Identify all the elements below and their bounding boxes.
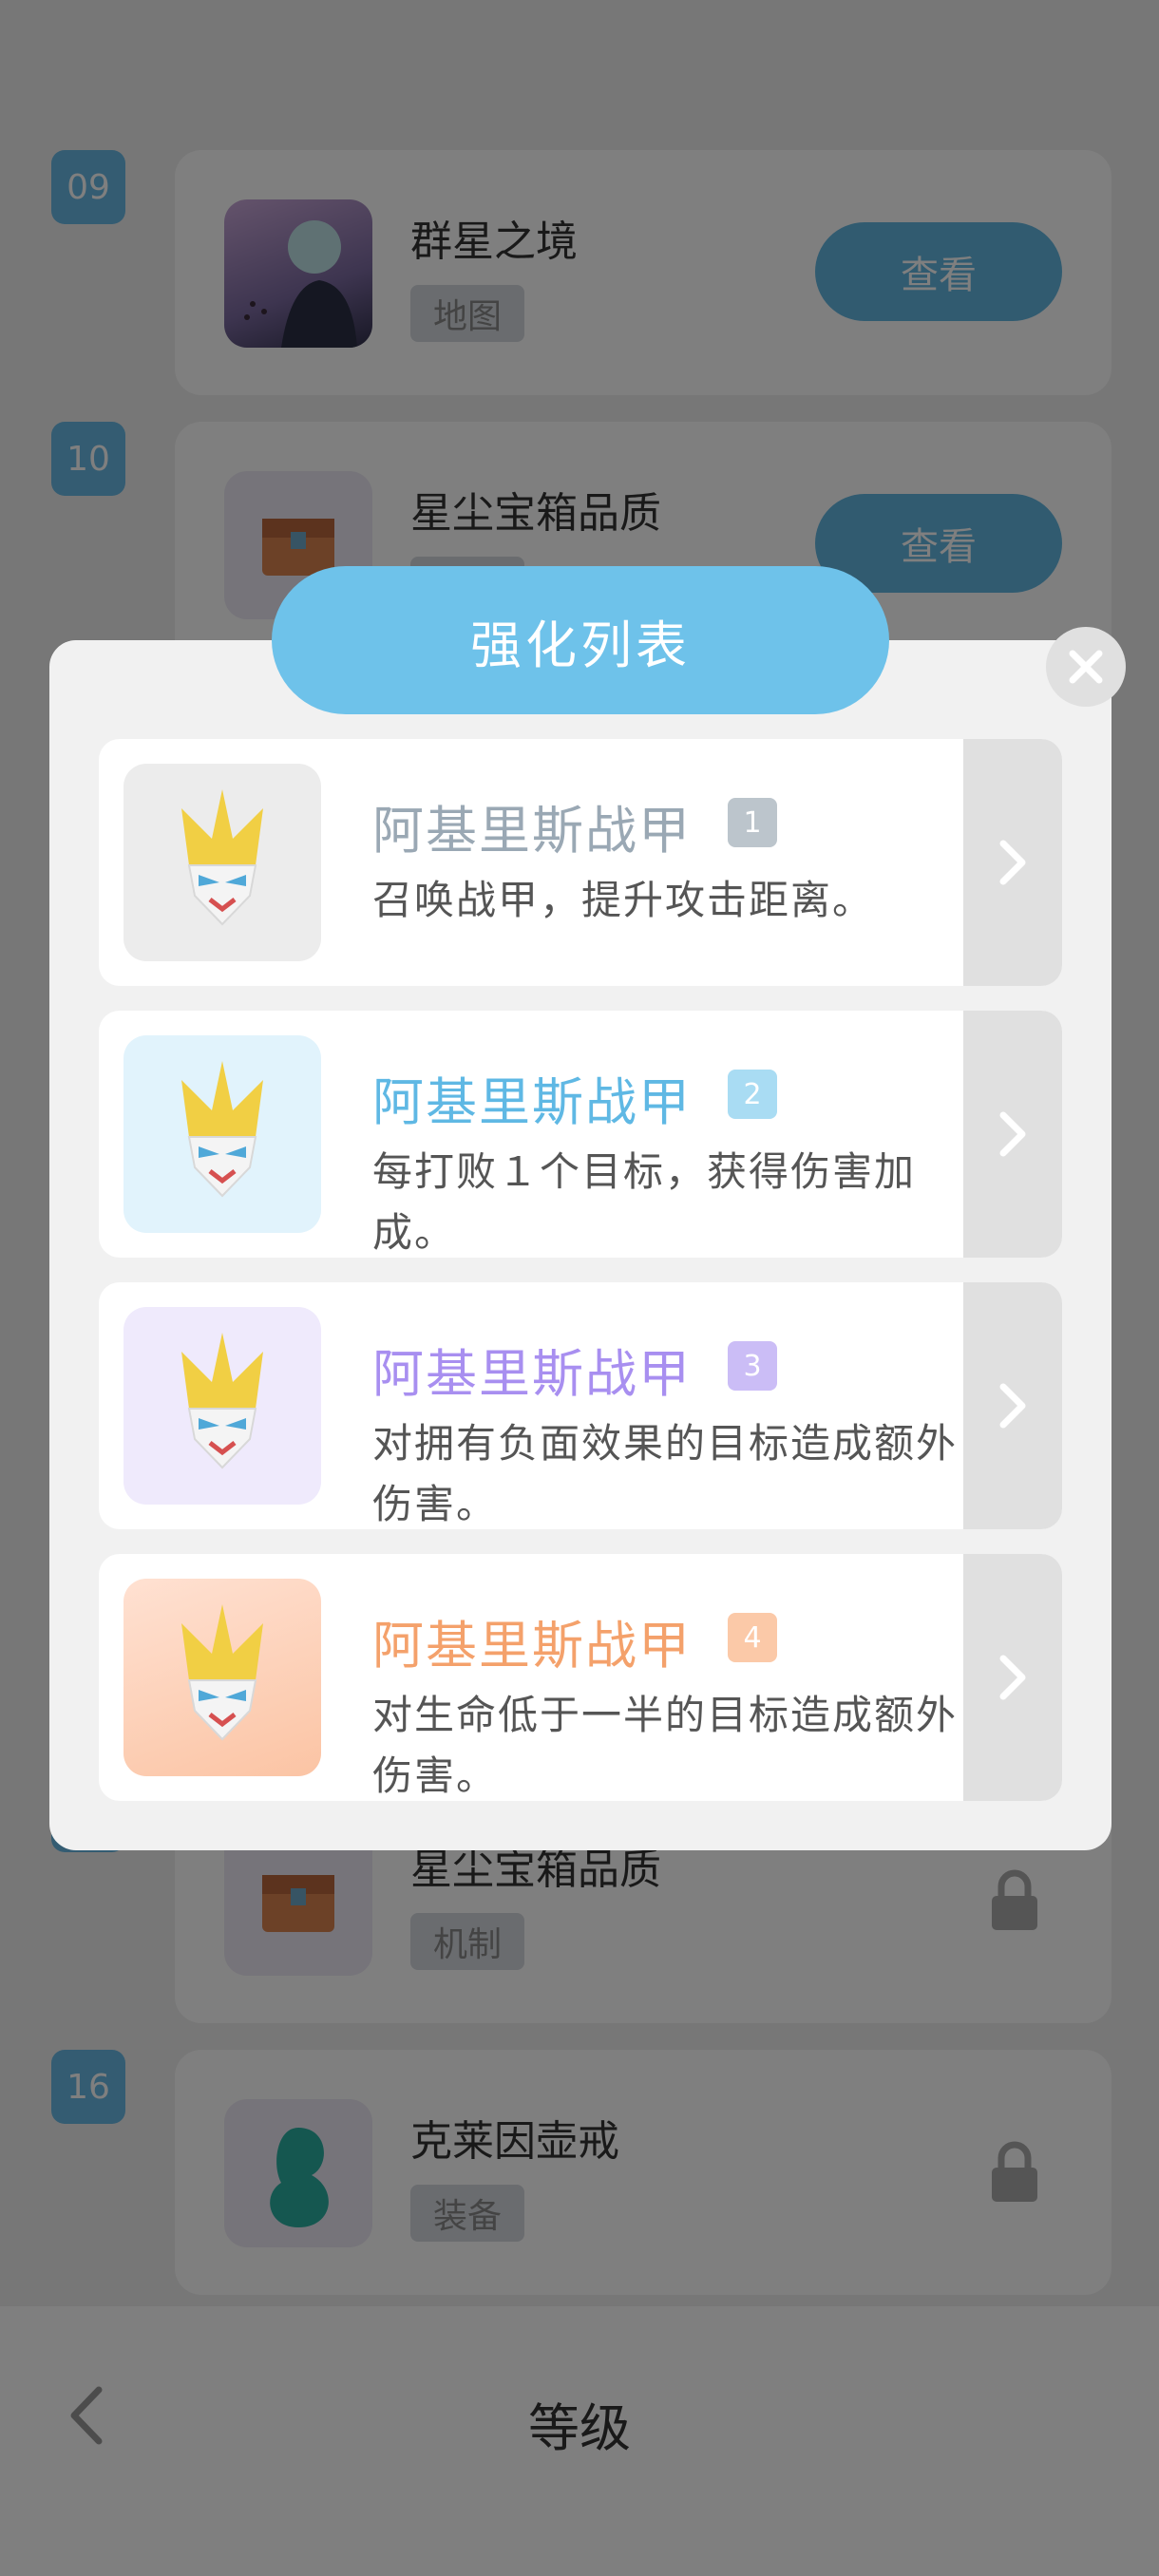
- armor-thumbnail: [124, 1579, 321, 1776]
- chevron-right-icon: [999, 1111, 1026, 1157]
- enhancement-name: 阿基里斯战甲: [372, 1344, 692, 1404]
- enhancement-open-button[interactable]: [963, 1282, 1062, 1529]
- enhancement-description: 召唤战甲，提升攻击距离。: [372, 877, 875, 923]
- modal-title: 强化列表: [272, 566, 889, 714]
- enhancement-name: 阿基里斯战甲: [372, 801, 692, 861]
- enhancement-description: 对拥有负面效果的目标造成额外伤害。: [372, 1420, 959, 1527]
- enhancement-name: 阿基里斯战甲: [372, 1616, 692, 1676]
- chevron-right-icon: [999, 1655, 1026, 1700]
- chevron-right-icon: [999, 840, 1026, 885]
- achilles-armor-icon: [181, 1061, 263, 1198]
- achilles-armor-icon: [181, 1604, 263, 1741]
- enhancement-level-badge: 2: [728, 1070, 777, 1119]
- close-icon: [1069, 650, 1103, 684]
- achilles-armor-icon: [181, 1333, 263, 1469]
- armor-thumbnail: [124, 764, 321, 961]
- enhancement-item[interactable]: 阿基里斯战甲 4 对生命低于一半的目标造成额外伤害。: [99, 1554, 1062, 1801]
- enhancement-open-button[interactable]: [963, 1011, 1062, 1258]
- enhancement-item[interactable]: 阿基里斯战甲 1 召唤战甲，提升攻击距离。: [99, 739, 1062, 986]
- enhancement-open-button[interactable]: [963, 1554, 1062, 1801]
- enhancement-level-badge: 4: [728, 1613, 777, 1662]
- armor-thumbnail: [124, 1035, 321, 1233]
- enhancement-level-badge: 3: [728, 1341, 777, 1391]
- enhancement-name: 阿基里斯战甲: [372, 1072, 692, 1132]
- enhancement-description: 每打败１个目标，获得伤害加成。: [372, 1148, 917, 1256]
- enhancement-level-badge: 1: [728, 798, 777, 847]
- chevron-right-icon: [999, 1383, 1026, 1429]
- enhancement-description: 对生命低于一半的目标造成额外伤害。: [372, 1692, 959, 1799]
- close-button[interactable]: [1046, 627, 1126, 707]
- enhancement-item[interactable]: 阿基里斯战甲 2 每打败１个目标，获得伤害加成。: [99, 1011, 1062, 1258]
- enhancement-item[interactable]: 阿基里斯战甲 3 对拥有负面效果的目标造成额外伤害。: [99, 1282, 1062, 1529]
- enhancement-open-button[interactable]: [963, 739, 1062, 986]
- achilles-armor-icon: [181, 789, 263, 926]
- armor-thumbnail: [124, 1307, 321, 1505]
